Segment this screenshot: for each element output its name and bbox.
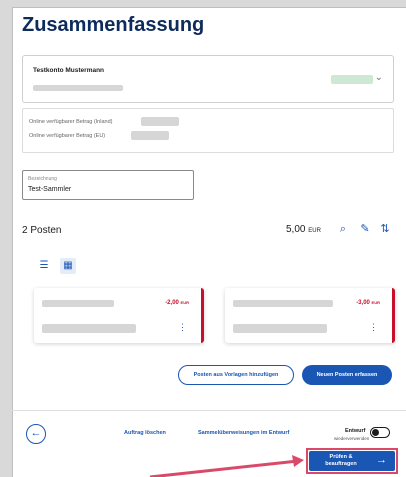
posten-card[interactable]: -2,00 EUR ⋮ (34, 288, 204, 343)
available-amounts: Online verfügbarer Betrag (Inland) Onlin… (22, 108, 394, 153)
toggle-knob (372, 429, 379, 436)
card-purpose-redacted (233, 324, 327, 333)
chevron-down-icon: ⌄ (374, 72, 383, 83)
delete-order-link[interactable]: Auftrag löschen (124, 430, 166, 436)
posten-sum-currency: EUR (308, 228, 321, 234)
card-amount: -2,00 EUR (165, 300, 189, 306)
back-arrow-icon[interactable]: ← (26, 424, 46, 444)
available-eu-redacted (131, 131, 169, 140)
available-eu-label: Online verfügbarer Betrag (EU) (29, 133, 106, 139)
account-name: Testkonto Mustermann (33, 67, 105, 74)
submit-highlight: Prüfen & beauftragen → (306, 448, 398, 474)
submit-label: Prüfen & beauftragen (325, 454, 357, 467)
pencil-icon[interactable]: ✎ (358, 222, 372, 236)
drafts-link[interactable]: Sammelüberweisungen im Entwurf (198, 430, 289, 436)
arrow-right-icon: → (376, 454, 387, 466)
draft-toggle[interactable] (370, 427, 390, 438)
posten-sum: 5,00 EUR (286, 224, 321, 235)
sort-icon[interactable]: ⇅ (378, 222, 392, 236)
available-inland-redacted (141, 117, 179, 126)
card-amount-value: -2,00 (165, 300, 179, 306)
card-amount-currency: EUR (180, 300, 189, 305)
card-recipient-redacted (233, 300, 333, 307)
grid-view-icon[interactable]: ▦ (60, 258, 76, 274)
posten-card[interactable]: -3,00 EUR ⋮ (225, 288, 395, 343)
new-posten-button[interactable]: Neuen Posten erfassen (302, 365, 392, 385)
card-amount: -3,00 EUR (356, 300, 380, 306)
posten-sum-value: 5,00 (286, 224, 306, 235)
available-inland-label: Online verfügbarer Betrag (Inland) (29, 119, 113, 125)
list-view-icon[interactable]: ☰ (36, 258, 52, 274)
account-select[interactable]: Testkonto Mustermann ⌄ (22, 55, 394, 103)
footer-divider (12, 410, 406, 411)
search-icon[interactable]: ⌕ (336, 222, 350, 236)
more-options-icon[interactable]: ⋮ (178, 322, 187, 333)
draft-toggle-label: Entwurf (345, 428, 366, 434)
account-iban-redacted (33, 85, 123, 91)
review-and-submit-button[interactable]: Prüfen & beauftragen → (309, 451, 395, 471)
more-options-icon[interactable]: ⋮ (369, 322, 378, 333)
card-amount-value: -3,00 (356, 300, 370, 306)
description-label: Bezeichnung (28, 176, 57, 182)
page-title: Zusammenfassung (22, 14, 205, 36)
card-amount-currency: EUR (371, 300, 380, 305)
description-value: Test-Sammler (28, 186, 72, 193)
posten-count: 2 Posten (22, 225, 62, 236)
card-purpose-redacted (42, 324, 136, 333)
draft-toggle-sublabel: wiederverwenden (334, 436, 370, 441)
card-recipient-redacted (42, 300, 114, 307)
description-field[interactable]: Bezeichnung Test-Sammler (22, 170, 194, 200)
add-from-templates-button[interactable]: Posten aus Vorlagen hinzufügen (178, 365, 294, 385)
account-balance-redacted (331, 75, 373, 84)
